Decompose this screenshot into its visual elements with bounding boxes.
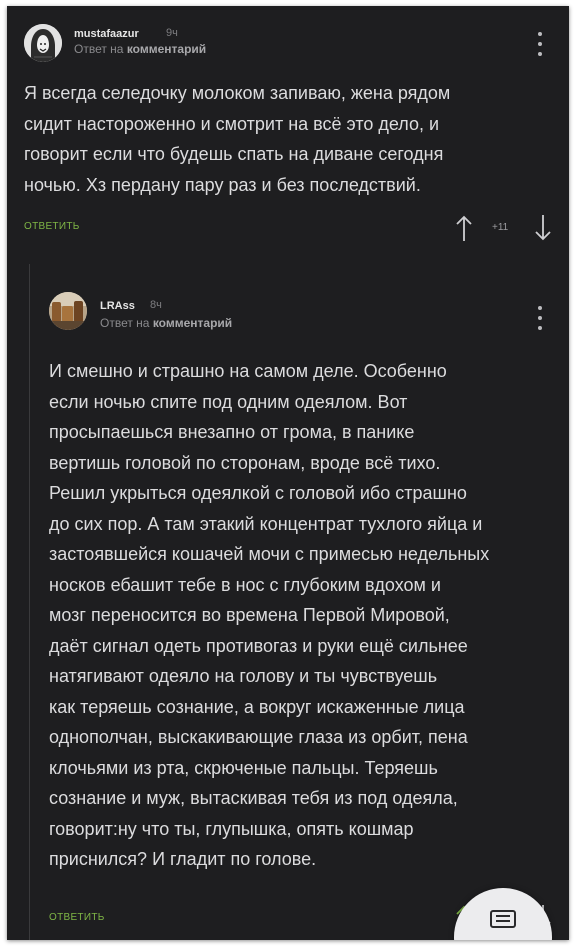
reply-button[interactable]: ОТВЕТИТЬ xyxy=(49,912,105,923)
avatar-photo-icon[interactable] xyxy=(49,292,87,330)
reply-to-target[interactable]: комментарий xyxy=(153,316,232,330)
more-vertical-icon[interactable] xyxy=(532,32,548,56)
username[interactable]: LRAss xyxy=(100,300,135,312)
thread-line xyxy=(29,264,30,940)
reply-to-target[interactable]: комментарий xyxy=(127,42,206,56)
comments-screen: mustafaazur 9ч Ответ на комментарий Я вс… xyxy=(7,6,569,940)
arrow-down-icon[interactable] xyxy=(534,214,552,242)
comment: mustafaazur 9ч Ответ на комментарий Я вс… xyxy=(7,6,569,264)
comment-icon xyxy=(490,910,516,928)
more-vertical-icon[interactable] xyxy=(532,306,548,330)
avatar-hooded-figure-icon[interactable] xyxy=(24,24,62,62)
username[interactable]: mustafaazur xyxy=(74,28,139,40)
timestamp: 8ч xyxy=(150,299,162,311)
arrow-up-icon[interactable] xyxy=(455,214,473,242)
vote-score: +11 xyxy=(492,222,509,233)
reply-button[interactable]: ОТВЕТИТЬ xyxy=(24,221,80,232)
reply-to-prefix: Ответ на xyxy=(100,316,150,330)
comment-text: И смешно и страшно на самом деле. Особен… xyxy=(49,361,490,869)
reply-comment: LRAss 8ч Ответ на комментарий И смешно и… xyxy=(7,264,569,940)
reply-to-label[interactable]: Ответ на комментарий xyxy=(74,42,206,56)
reply-to-prefix: Ответ на xyxy=(74,42,124,56)
comment-text: Я всегда селедочку молоком запиваю, жена… xyxy=(24,83,451,195)
reply-to-label[interactable]: Ответ на комментарий xyxy=(100,316,232,330)
timestamp: 9ч xyxy=(166,27,178,39)
